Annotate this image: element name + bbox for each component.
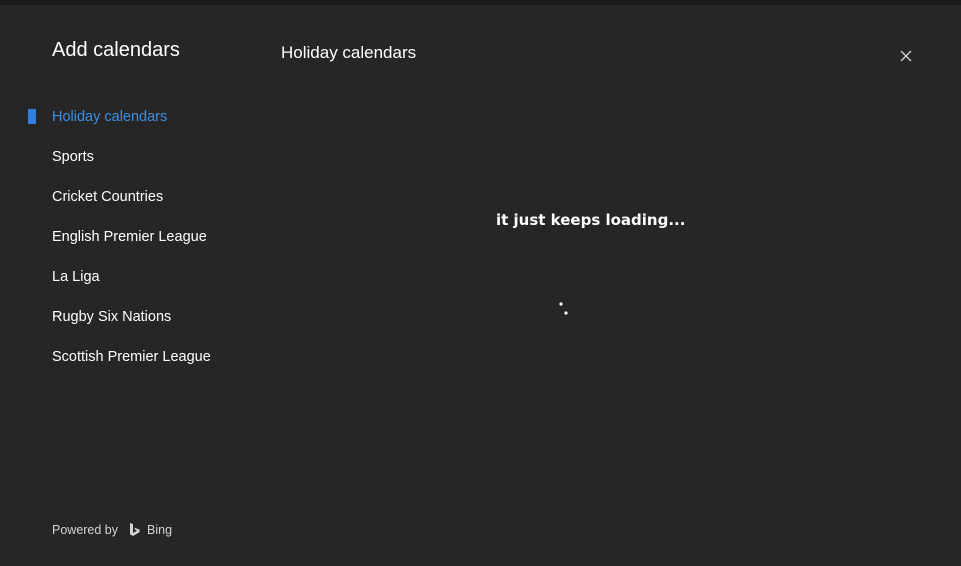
bing-icon: [128, 522, 142, 538]
loading-spinner: [554, 297, 574, 319]
add-calendars-dialog: Add calendars Holiday calendars Holiday …: [0, 0, 961, 566]
bing-brand-label: Bing: [147, 523, 173, 537]
dialog-title: Add calendars: [52, 39, 180, 61]
loading-spinner-icon: [559, 302, 568, 315]
sidebar-item-label: Sports: [52, 149, 94, 165]
sidebar-item-label: Holiday calendars: [52, 109, 168, 125]
sidebar-item-rugby-six-nations[interactable]: Rugby Six Nations: [0, 297, 260, 337]
sidebar-item-label: Cricket Countries: [52, 189, 164, 205]
loading-annotation: it just keeps loading...: [496, 211, 686, 229]
sidebar-item-la-liga[interactable]: La Liga: [0, 257, 260, 297]
sidebar-item-label: English Premier League: [52, 229, 207, 245]
sidebar-item-cricket-countries[interactable]: Cricket Countries: [0, 177, 260, 217]
powered-by-label: Powered by: [52, 523, 119, 537]
close-icon: [900, 50, 912, 62]
calendar-category-list: Holiday calendars Sports Cricket Countri…: [0, 97, 260, 377]
panel-title: Holiday calendars: [281, 43, 417, 62]
selection-indicator: [28, 109, 36, 124]
powered-by-footer: Powered by Bing: [52, 520, 172, 540]
close-button[interactable]: [894, 44, 918, 68]
sidebar-item-label: La Liga: [52, 269, 100, 285]
sidebar-item-english-premier-league[interactable]: English Premier League: [0, 217, 260, 257]
sidebar-item-label: Scottish Premier League: [52, 349, 211, 365]
sidebar-item-scottish-premier-league[interactable]: Scottish Premier League: [0, 337, 260, 377]
sidebar-item-holiday-calendars[interactable]: Holiday calendars: [0, 97, 260, 137]
sidebar-item-sports[interactable]: Sports: [0, 137, 260, 177]
sidebar-item-label: Rugby Six Nations: [52, 309, 172, 325]
